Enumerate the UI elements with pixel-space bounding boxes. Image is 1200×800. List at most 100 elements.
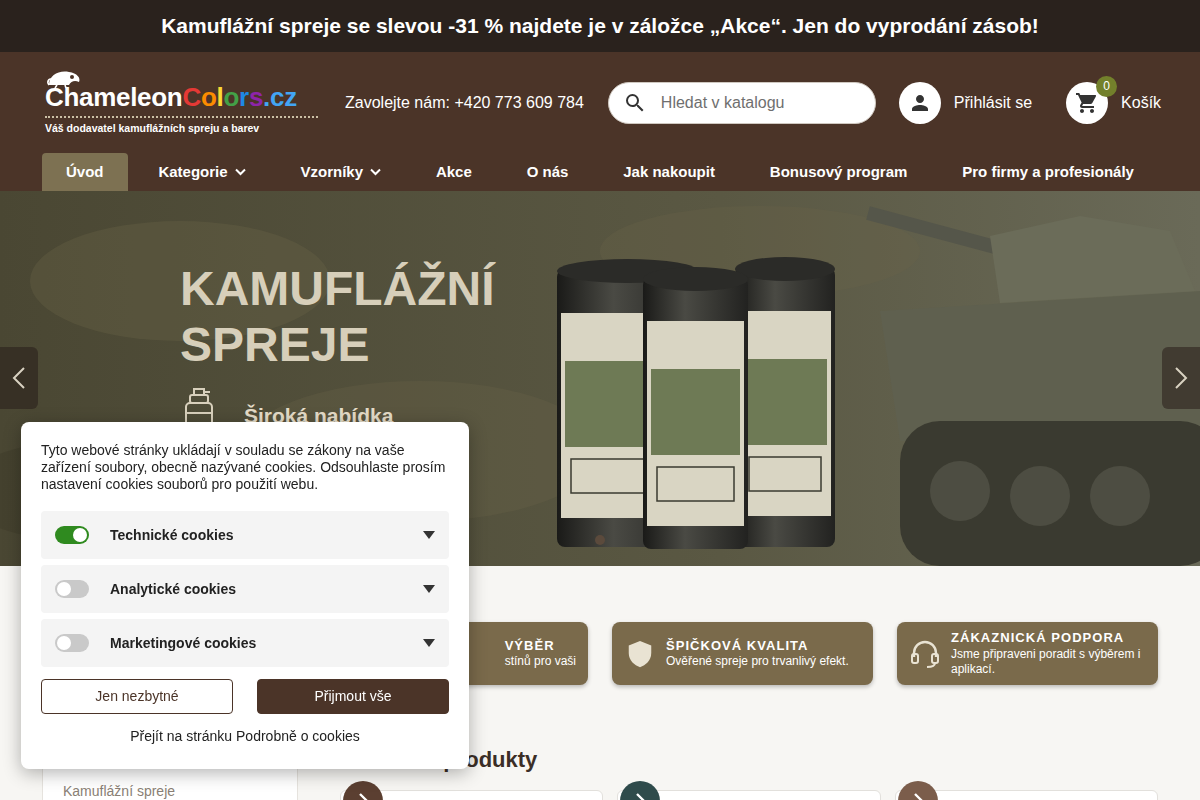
caret-down-icon	[423, 585, 435, 593]
nav-item[interactable]: O nás	[503, 153, 593, 191]
logo-part: r	[239, 82, 249, 112]
cart-label: Košík	[1121, 91, 1161, 115]
feature-text: Jsme připraveni poradit s výběrem i apli…	[951, 647, 1146, 677]
chevron-left-icon	[12, 366, 26, 390]
logo-part: s	[249, 82, 263, 112]
logo-part: o	[201, 82, 217, 112]
feature-title: VÝBĚR	[505, 638, 576, 655]
product-list	[327, 790, 1158, 800]
product-card[interactable]	[895, 790, 1158, 800]
logo-text: ChameleonColors.cz	[45, 84, 318, 111]
feature-title: ZÁKAZNICKÁ PODPORA	[951, 630, 1146, 647]
feature-text: Ověřené spreje pro trvanlivý efekt.	[666, 654, 849, 669]
feature-body: ŠPIČKOVÁ KVALITAOvěřené spreje pro trvan…	[666, 638, 849, 670]
product-card[interactable]	[340, 790, 603, 800]
top-banner: Kamuflážní spreje se slevou -31 % najdet…	[0, 0, 1200, 52]
nav-label: Jak nakoupit	[623, 161, 715, 184]
cart-link[interactable]: 0 Košík	[1066, 82, 1161, 124]
nav-item[interactable]: Pro firmy a profesionály	[938, 153, 1158, 191]
nav-label: Bonusový program	[770, 161, 908, 184]
cart-circle: 0	[1066, 82, 1108, 124]
hero-title: KAMUFLÁŽNÍ SPREJE	[180, 261, 540, 373]
search-icon	[623, 91, 647, 115]
chevron-right-icon	[1174, 366, 1188, 390]
cookie-label: Marketingové cookies	[110, 633, 256, 654]
carousel-indicators	[591, 528, 609, 552]
chevron-down-icon	[370, 168, 381, 176]
logo-tagline: Váš dodavatel kamuflážních spreju a bare…	[45, 116, 318, 137]
sidebar-item[interactable]: Kamuflážní spreje	[43, 781, 297, 800]
login-label: Přihlásit se	[954, 91, 1032, 115]
cart-icon	[1075, 91, 1099, 115]
cart-count-badge: 0	[1096, 76, 1117, 97]
carousel-dot[interactable]	[595, 535, 605, 545]
header-bar: ChameleonColors.cz Váš dodavatel kamufláž…	[0, 52, 1200, 153]
cookie-toggle[interactable]	[55, 634, 89, 652]
nav-item[interactable]: Bonusový program	[746, 153, 932, 191]
cookie-buttons: Jen nezbytné Přijmout vše	[41, 679, 449, 714]
feature-text: stínů pro vaši	[505, 654, 576, 669]
chevron-right-icon	[634, 792, 646, 800]
nav-label: Úvod	[66, 161, 104, 184]
feature-body: ZÁKAZNICKÁ PODPORAJsme připraveni poradi…	[951, 630, 1146, 677]
chevron-down-icon	[235, 168, 246, 176]
shield-icon	[624, 638, 656, 670]
product-button[interactable]	[898, 781, 938, 800]
login-link[interactable]: Přihlásit se	[899, 82, 1032, 124]
necessary-button[interactable]: Jen nezbytné	[41, 679, 233, 714]
feature-box: ŠPIČKOVÁ KVALITAOvěřené spreje pro trvan…	[612, 622, 873, 685]
cookie-category[interactable]: Marketingové cookies	[41, 619, 449, 667]
cookie-category[interactable]: Analytické cookies	[41, 565, 449, 613]
cookie-text: Tyto webové stránky ukládají v souladu s…	[41, 442, 449, 493]
cookie-details-link[interactable]: Přejít na stránku Podrobně o cookies	[41, 726, 449, 747]
logo-part: Chameleon	[45, 82, 182, 112]
search-box[interactable]	[608, 82, 876, 124]
chevron-right-icon	[912, 792, 924, 800]
logo[interactable]: ChameleonColors.cz Váš dodavatel kamufláž…	[45, 68, 318, 136]
nav-item[interactable]: Jak nakoupit	[599, 153, 739, 191]
page: Kamuflážní spreje se slevou -31 % najdet…	[0, 0, 1200, 800]
logo-part: C	[182, 82, 200, 112]
cookie-label: Analytické cookies	[110, 579, 236, 600]
main-nav: Úvod Kategorie Vzorníky Akce O nás Jak nakoup…	[0, 153, 1200, 191]
product-button[interactable]	[343, 781, 383, 800]
nav-item[interactable]: Kategorie	[134, 153, 269, 191]
cookie-dialog: Tyto webové stránky ukládají v souladu s…	[21, 422, 469, 769]
nav-item[interactable]: Úvod	[42, 153, 128, 191]
phone-number[interactable]: Zavolejte nám: +420 773 609 784	[345, 91, 584, 115]
accept-all-button[interactable]: Přijmout vše	[257, 679, 449, 714]
cookie-category[interactable]: Technické cookies	[41, 511, 449, 559]
product-card[interactable]	[617, 790, 880, 800]
nav-item[interactable]: Akce	[412, 153, 496, 191]
chevron-right-icon	[357, 792, 369, 800]
feature-body: VÝBĚRstínů pro vaši	[505, 638, 576, 670]
login-circle	[899, 82, 941, 124]
feature-box: ZÁKAZNICKÁ PODPORAJsme připraveni poradi…	[897, 622, 1158, 685]
sidebar-card: Kamuflážní spreje	[42, 766, 298, 800]
product-button[interactable]	[620, 781, 660, 800]
feature-title: ŠPIČKOVÁ KVALITA	[666, 638, 849, 655]
headset-icon	[909, 638, 941, 670]
nav-label: O nás	[527, 161, 569, 184]
user-icon	[908, 91, 932, 115]
nav-bar: Úvod Kategorie Vzorníky Akce O nás Jak nakoup…	[30, 153, 1170, 191]
cookie-toggle[interactable]	[55, 580, 89, 598]
nav-label: Pro firmy a profesionály	[962, 161, 1134, 184]
site-header: ChameleonColors.cz Váš dodavatel kamufláž…	[0, 52, 1200, 153]
nav-label: Vzorníky	[300, 161, 363, 184]
logo-part: .cz	[263, 82, 297, 112]
nav-label: Kategorie	[158, 161, 227, 184]
search-input[interactable]	[659, 90, 861, 116]
cookie-label: Technické cookies	[110, 525, 233, 546]
caret-down-icon	[423, 639, 435, 647]
logo-part: l	[217, 82, 224, 112]
nav-item[interactable]: Vzorníky	[276, 153, 405, 191]
nav-label: Akce	[436, 161, 472, 184]
banner-text: Kamuflážní spreje se slevou -31 % najdet…	[161, 10, 1039, 42]
caret-down-icon	[423, 531, 435, 539]
hero-content: KAMUFLÁŽNÍ SPREJEŠiroká nabídka	[0, 191, 1200, 443]
carousel-next[interactable]	[1162, 347, 1200, 409]
logo-part: o	[223, 82, 239, 112]
carousel-prev[interactable]	[0, 347, 38, 409]
cookie-toggle[interactable]	[55, 526, 89, 544]
